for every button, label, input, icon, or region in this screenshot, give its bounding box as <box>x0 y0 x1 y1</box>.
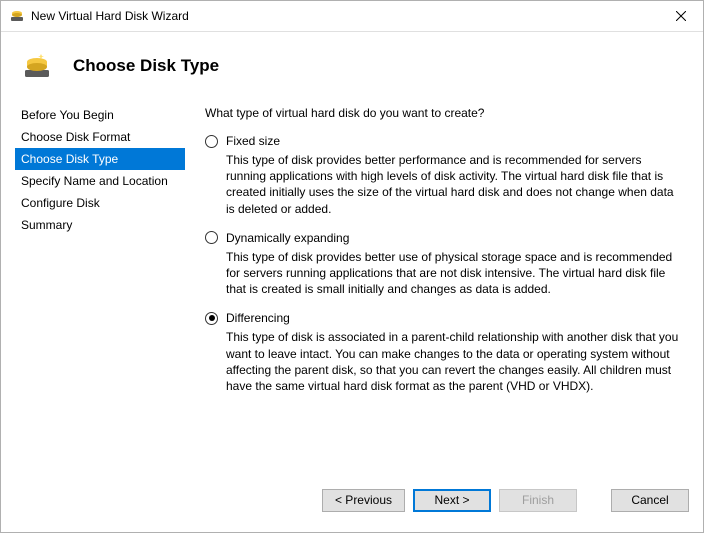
option-description: This type of disk provides better use of… <box>226 249 683 298</box>
nav-step-1[interactable]: Choose Disk Format <box>15 126 185 148</box>
nav-step-3[interactable]: Specify Name and Location <box>15 170 185 192</box>
radio-fixed[interactable] <box>205 135 218 148</box>
prompt-text: What type of virtual hard disk do you wa… <box>205 106 683 120</box>
wizard-window: New Virtual Hard Disk Wizard Choose Disk… <box>0 0 704 533</box>
option-description: This type of disk provides better perfor… <box>226 152 683 217</box>
titlebar: New Virtual Hard Disk Wizard <box>1 1 703 32</box>
radio-row-fixed[interactable]: Fixed size <box>205 134 683 148</box>
button-row: < Previous Next > Finish Cancel <box>1 478 703 532</box>
close-button[interactable] <box>658 1 703 31</box>
app-icon <box>9 8 25 24</box>
nav-step-4[interactable]: Configure Disk <box>15 192 185 214</box>
option-label: Fixed size <box>226 134 280 148</box>
window-title: New Virtual Hard Disk Wizard <box>31 9 658 23</box>
nav-step-5[interactable]: Summary <box>15 214 185 236</box>
sidebar: Before You BeginChoose Disk FormatChoose… <box>15 96 185 474</box>
option-fixed: Fixed size This type of disk provides bet… <box>205 134 683 217</box>
option-dynamic: Dynamically expanding This type of disk p… <box>205 231 683 298</box>
wizard-icon <box>21 50 53 82</box>
option-label: Differencing <box>226 311 290 325</box>
wizard-header: Choose Disk Type <box>1 32 703 96</box>
radio-row-differencing[interactable]: Differencing <box>205 311 683 325</box>
option-differencing: Differencing This type of disk is associa… <box>205 311 683 394</box>
content-pane: What type of virtual hard disk do you wa… <box>185 96 689 474</box>
cancel-button[interactable]: Cancel <box>611 489 689 512</box>
previous-button[interactable]: < Previous <box>322 489 405 512</box>
radio-differencing[interactable] <box>205 312 218 325</box>
option-description: This type of disk is associated in a par… <box>226 329 683 394</box>
next-button[interactable]: Next > <box>413 489 491 512</box>
wizard-body: Before You BeginChoose Disk FormatChoose… <box>1 96 703 478</box>
radio-dynamic[interactable] <box>205 231 218 244</box>
nav-step-0[interactable]: Before You Begin <box>15 104 185 126</box>
finish-button[interactable]: Finish <box>499 489 577 512</box>
page-title: Choose Disk Type <box>73 56 219 76</box>
nav-step-2[interactable]: Choose Disk Type <box>15 148 185 170</box>
radio-row-dynamic[interactable]: Dynamically expanding <box>205 231 683 245</box>
option-label: Dynamically expanding <box>226 231 349 245</box>
